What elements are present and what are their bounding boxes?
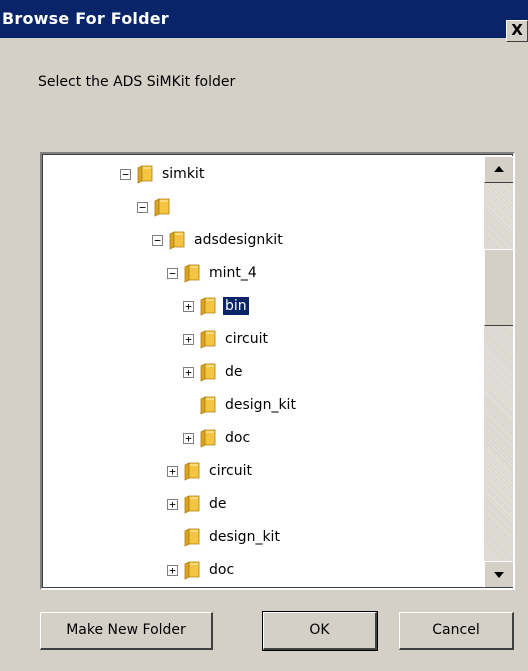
folder-tree-viewport: − simkit − − adsdesignkit − mint_4 + bin + circuit…	[42, 154, 513, 588]
folder-icon	[184, 494, 201, 514]
tree-item[interactable]: + circuit	[183, 327, 270, 351]
collapse-icon[interactable]: −	[167, 267, 178, 279]
folder-icon	[200, 329, 217, 349]
scrollbar-thumb[interactable]	[484, 249, 513, 326]
expand-icon[interactable]: +	[183, 300, 194, 312]
tree-item-label: design_kit	[225, 397, 296, 413]
expand-icon[interactable]: +	[167, 564, 178, 576]
tree-item[interactable]: + de	[167, 492, 229, 516]
tree-item[interactable]: + de	[183, 360, 245, 384]
tree-item-label-selected: bin	[222, 296, 250, 316]
tree-item-label: de	[209, 496, 227, 512]
tree-item-label: mint_4	[209, 265, 257, 281]
tree-item[interactable]: design_kit	[167, 525, 282, 549]
tree-item-label: design_kit	[209, 529, 280, 545]
tree-item-label	[177, 206, 181, 208]
folder-icon	[169, 230, 186, 250]
folder-icon	[184, 560, 201, 580]
tree-item[interactable]: − adsdesignkit	[152, 228, 285, 252]
folder-icon	[200, 296, 217, 316]
expand-icon[interactable]: +	[183, 366, 194, 378]
expand-icon[interactable]: +	[183, 432, 194, 444]
tree-item[interactable]: −	[137, 195, 181, 219]
arrow-up-icon	[494, 166, 504, 172]
folder-icon	[200, 428, 217, 448]
scroll-down-button[interactable]	[484, 561, 513, 588]
tree-item-label: simkit	[162, 166, 205, 182]
tree-item-label: de	[225, 364, 243, 380]
tree-item-label: adsdesignkit	[194, 232, 283, 248]
folder-icon	[184, 527, 201, 547]
expand-icon[interactable]: +	[167, 498, 178, 510]
make-new-folder-button[interactable]: Make New Folder	[40, 612, 213, 650]
folder-icon	[200, 395, 217, 415]
title-bar: Browse For Folder X	[0, 0, 528, 42]
tree-item[interactable]: + doc	[167, 558, 236, 582]
folder-icon	[184, 263, 201, 283]
expand-icon[interactable]: +	[167, 465, 178, 477]
folder-icon	[137, 164, 154, 184]
tree-item[interactable]: design_kit	[183, 393, 298, 417]
scroll-up-button[interactable]	[484, 156, 513, 183]
tree-item[interactable]: − mint_4	[167, 261, 259, 285]
folder-tree[interactable]: − simkit − − adsdesignkit − mint_4 + bin + circuit…	[40, 152, 515, 590]
collapse-icon[interactable]: −	[152, 234, 163, 246]
cancel-button[interactable]: Cancel	[399, 612, 514, 650]
collapse-icon[interactable]: −	[137, 201, 148, 213]
tree-item-label: circuit	[209, 463, 252, 479]
folder-icon	[154, 197, 171, 217]
close-icon: X	[511, 21, 523, 39]
tree-item[interactable]: + bin	[183, 294, 250, 318]
tree-item[interactable]: + circuit	[167, 459, 254, 483]
window-title: Browse For Folder	[2, 9, 169, 28]
arrow-down-icon	[494, 572, 504, 578]
collapse-icon[interactable]: −	[120, 168, 131, 180]
vertical-scrollbar[interactable]	[484, 156, 513, 588]
close-button[interactable]: X	[506, 20, 528, 42]
tree-item[interactable]: + doc	[183, 426, 252, 450]
expand-icon[interactable]: +	[183, 333, 194, 345]
ok-button[interactable]: OK	[262, 611, 378, 651]
tree-item[interactable]: − simkit	[120, 162, 206, 186]
tree-item-label: doc	[209, 562, 235, 578]
folder-icon	[200, 362, 217, 382]
tree-item-label: doc	[225, 430, 251, 446]
folder-icon	[184, 461, 201, 481]
tree-item-label: circuit	[225, 331, 268, 347]
dialog-prompt: Select the ADS SiMKit folder	[38, 74, 236, 90]
